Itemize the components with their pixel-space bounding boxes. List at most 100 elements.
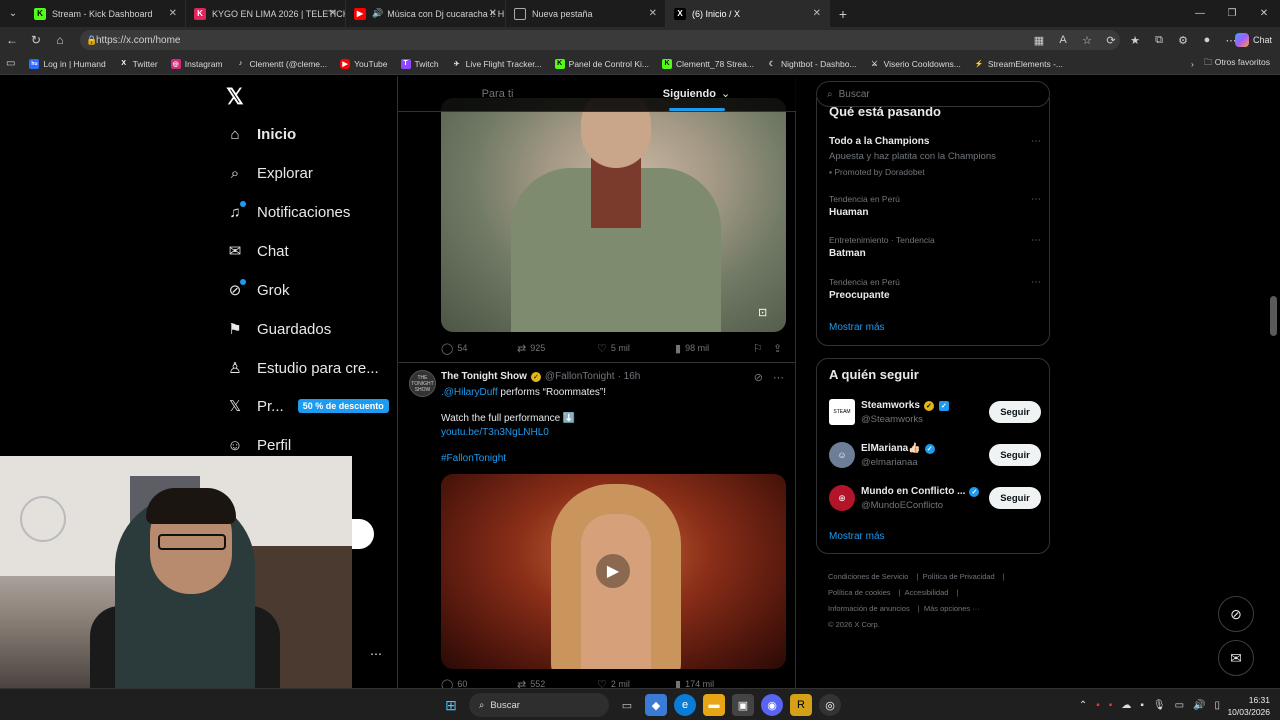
- obs-icon[interactable]: ◎: [819, 694, 841, 716]
- views-button[interactable]: ▮ 98 mil: [675, 342, 709, 355]
- close-window-icon[interactable]: ✕: [1248, 0, 1280, 27]
- search-input[interactable]: ⌕ Buscar: [816, 81, 1050, 107]
- bookmark-streamelements[interactable]: ⚡ StreamElements -...: [974, 59, 1063, 69]
- post-time[interactable]: · 16h: [618, 371, 641, 382]
- tab-teleticket[interactable]: K KYGO EN LIMA 2026 | TELETICKET ✕: [186, 0, 346, 27]
- bookmark-humand[interactable]: hu Log in | Humand: [29, 58, 106, 69]
- show-more-follow[interactable]: Mostrar más: [829, 531, 885, 542]
- repost-button[interactable]: ⇄ 925: [517, 342, 545, 355]
- nav-notifications[interactable]: ♫ Notificaciones: [226, 197, 350, 227]
- app-r-icon[interactable]: R: [790, 694, 812, 716]
- play-icon[interactable]: ▶: [596, 554, 630, 588]
- hashtag-link[interactable]: #FallonTonight: [441, 453, 506, 464]
- chevron-up-icon[interactable]: ⌃: [1079, 700, 1087, 711]
- refresh-icon[interactable]: ↻: [24, 27, 48, 53]
- nav-bookmarks[interactable]: ⚑ Guardados: [226, 314, 331, 344]
- close-icon[interactable]: ✕: [489, 8, 497, 19]
- footer-link[interactable]: Más opciones ···: [924, 604, 980, 613]
- chevron-right-icon[interactable]: ›: [1191, 59, 1194, 69]
- footer-link[interactable]: Accesibilidad: [905, 588, 949, 597]
- messages-float-button[interactable]: ✉: [1218, 640, 1254, 676]
- file-explorer-icon[interactable]: ▬: [703, 694, 725, 716]
- bookmark-twitch[interactable]: T Twitch: [400, 58, 439, 69]
- volume-icon[interactable]: 🔊: [1193, 700, 1205, 711]
- bookmark-instagram[interactable]: ◎ Instagram: [170, 58, 223, 69]
- avatar[interactable]: STEAM: [829, 399, 855, 425]
- tab-new-tab[interactable]: Nueva pestaña ✕: [506, 0, 666, 27]
- reply-button[interactable]: ◯ 54: [441, 342, 467, 355]
- footer-link[interactable]: Información de anuncios: [828, 604, 910, 613]
- close-icon[interactable]: ✕: [813, 8, 821, 19]
- footer-link[interactable]: Política de Privacidad: [923, 572, 995, 581]
- nav-explore[interactable]: ⌕ Explorar: [226, 158, 313, 188]
- battery-icon[interactable]: ▯: [1214, 700, 1220, 711]
- tab-for-you[interactable]: Para ti: [398, 76, 597, 111]
- nav-chat[interactable]: ✉ Chat: [226, 236, 289, 266]
- follow-button[interactable]: Seguir: [989, 401, 1041, 423]
- favorites-list-icon[interactable]: ★: [1126, 31, 1144, 49]
- footer-link[interactable]: Política de cookies: [828, 588, 891, 597]
- grok-explain-icon[interactable]: ⊘: [754, 371, 763, 384]
- avatar[interactable]: ☺: [829, 442, 855, 468]
- bookmark-youtube[interactable]: ▶ YouTube: [340, 58, 388, 69]
- footer-link[interactable]: Condiciones de Servicio: [828, 572, 908, 581]
- bookmark-kick-panel[interactable]: K Panel de Control Ki...: [554, 58, 649, 69]
- share-button[interactable]: ⇪: [773, 342, 782, 355]
- apps-icon[interactable]: ▦: [1030, 31, 1048, 49]
- more-icon[interactable]: ⋯: [1031, 136, 1041, 147]
- store-icon[interactable]: ▣: [732, 694, 754, 716]
- read-aloud-icon[interactable]: A: [1054, 31, 1072, 49]
- account-more-icon[interactable]: ⋯: [370, 647, 382, 661]
- repost-button[interactable]: ⇄ 552: [517, 678, 545, 689]
- scrollbar-thumb[interactable]: [1270, 296, 1277, 336]
- follow-suggestion[interactable]: ☺ ElMariana👍🏻 ✓ @elmarianaa Seguir: [829, 440, 1041, 470]
- edge-icon[interactable]: e: [674, 694, 696, 716]
- bookmark-twitter[interactable]: X Twitter: [119, 59, 157, 69]
- profile-avatar-icon[interactable]: ●: [1198, 31, 1216, 49]
- bookmark-viserio[interactable]: ⚔ Viserio Cooldowns...: [870, 59, 960, 69]
- more-icon[interactable]: ⋯: [1031, 235, 1041, 246]
- avatar[interactable]: ⊕: [829, 485, 855, 511]
- trend-item[interactable]: Tendencia en Perú Preocupante ⋯: [829, 277, 1041, 301]
- minimize-icon[interactable]: —: [1184, 0, 1216, 27]
- tray-app-icon[interactable]: ▪: [1109, 700, 1113, 711]
- author-handle[interactable]: @FallonTonight: [545, 371, 615, 382]
- follow-suggestion[interactable]: STEAM Steamworks ✓ ✓ @Steamworks Seguir: [829, 397, 1041, 427]
- page-scrollbar[interactable]: [1270, 76, 1277, 688]
- avatar[interactable]: THE TONIGHT SHOW: [409, 370, 436, 397]
- follow-button[interactable]: Seguir: [989, 444, 1041, 466]
- network-icon[interactable]: ▭: [1175, 700, 1184, 711]
- bookmark-flight-tracker[interactable]: ✈ Live Flight Tracker...: [452, 59, 542, 69]
- more-icon[interactable]: ⋯: [1031, 194, 1041, 205]
- tab-following[interactable]: Siguiendo ⌄: [597, 76, 796, 111]
- windows-start-icon[interactable]: ⊞: [440, 694, 462, 716]
- new-tab-button[interactable]: +: [830, 6, 856, 22]
- nav-home[interactable]: ⌂ Inicio: [226, 119, 296, 149]
- nav-creator-studio[interactable]: ♙ Estudio para cre...: [226, 353, 378, 383]
- sidebar-toggle-icon[interactable]: ▭: [6, 58, 15, 69]
- author-name[interactable]: The Tonight Show: [441, 371, 527, 382]
- bookmark-button[interactable]: ⚐: [753, 342, 763, 355]
- mention-link[interactable]: .@HilaryDuff: [441, 387, 498, 398]
- copilot-chat-button[interactable]: Chat: [1234, 30, 1272, 50]
- bookmark-kick-stream[interactable]: K Clementt_78 Strea...: [661, 58, 754, 69]
- more-icon[interactable]: ⋯: [1031, 277, 1041, 288]
- promoted-trend[interactable]: Todo a la Champions Apuesta y haz platit…: [829, 136, 1041, 177]
- nav-grok[interactable]: ⊘ Grok: [226, 275, 290, 305]
- taskbar-search[interactable]: ⌕ Buscar: [469, 693, 609, 717]
- other-favorites[interactable]: 🗀 Otros favoritos: [1204, 57, 1270, 71]
- follow-button[interactable]: Seguir: [989, 487, 1041, 509]
- tray-app-icon[interactable]: ▪: [1096, 700, 1100, 711]
- like-button[interactable]: ♡ 5 mil: [597, 342, 630, 355]
- discord-icon[interactable]: ◉: [761, 694, 783, 716]
- trend-item[interactable]: Tendencia en Perú Huaman ⋯: [829, 194, 1041, 218]
- like-button[interactable]: ♡ 2 mil: [597, 678, 630, 689]
- post-image[interactable]: ⊡: [441, 98, 786, 332]
- url-field[interactable]: 🔒 https://x.com/home: [80, 30, 1120, 50]
- grok-float-button[interactable]: ⊘: [1218, 596, 1254, 632]
- reply-button[interactable]: ◯ 60: [441, 678, 467, 689]
- collections-icon[interactable]: ⧉: [1150, 31, 1168, 49]
- grok-image-icon[interactable]: ⊡: [758, 306, 772, 320]
- trend-item[interactable]: Entretenimiento · Tendencia Batman ⋯: [829, 235, 1041, 259]
- task-view-icon[interactable]: ▭: [616, 694, 638, 716]
